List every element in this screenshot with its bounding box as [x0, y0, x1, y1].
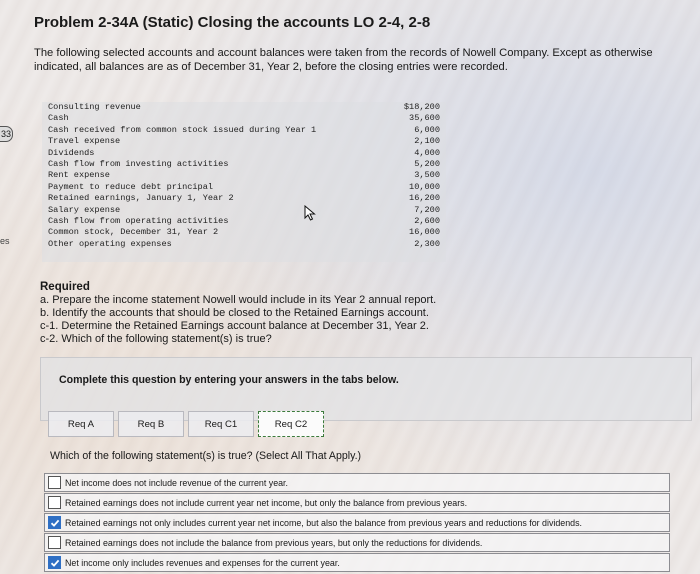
account-amount: 16,200 [409, 193, 440, 204]
required-heading: Required [40, 281, 90, 293]
account-row: Dividends 4,000 [42, 148, 446, 159]
answer-option-text: Net income does not include revenue of t… [65, 477, 288, 488]
account-name: Travel expense [48, 136, 121, 147]
account-amount: 7,200 [414, 204, 440, 215]
account-row: Consulting revenue $18,200 [42, 102, 446, 113]
question-prompt: Which of the following statement(s) is t… [50, 450, 362, 462]
account-name: Rent expense [48, 170, 110, 181]
tab-req-b[interactable]: Req B [118, 411, 184, 437]
account-amount: 2,100 [414, 136, 440, 147]
tab-req-a[interactable]: Req A [48, 411, 114, 437]
account-name: Payment to reduce debt principal [48, 181, 214, 192]
account-amount: 16,000 [409, 227, 440, 238]
answer-option[interactable]: Net income does not include revenue of t… [44, 473, 670, 492]
required-item: c-2. Which of the following statement(s)… [40, 333, 272, 345]
account-name: Retained earnings, January 1, Year 2 [48, 193, 234, 204]
account-amount: $18,200 [403, 102, 440, 112]
account-name: Common stock, December 31, Year 2 [48, 227, 219, 238]
account-amount: 5,200 [414, 159, 440, 170]
mouse-cursor-icon [304, 205, 316, 221]
account-amount: 10,000 [409, 181, 440, 192]
required-item: a. Prepare the income statement Nowell w… [40, 294, 437, 306]
account-row: Travel expense 2,100 [42, 136, 446, 147]
account-name: Cash received from common stock issued d… [48, 124, 317, 135]
account-name: Other operating expenses [48, 238, 172, 249]
account-name: Cash [48, 113, 69, 124]
problem-intro: The following selected accounts and acco… [34, 47, 653, 73]
account-amount: 35,600 [409, 113, 440, 124]
problem-title: Problem 2-34A (Static) Closing the accou… [34, 14, 431, 31]
account-amount: 3,500 [414, 170, 440, 181]
answer-option[interactable]: Retained earnings not only includes curr… [44, 513, 670, 532]
answer-checkbox[interactable] [48, 496, 61, 509]
answer-option[interactable]: Net income only includes revenues and ex… [44, 553, 670, 572]
account-row: Cash flow from investing activities 5,200 [42, 159, 446, 170]
answer-checkbox[interactable] [48, 536, 61, 549]
account-row: Common stock, December 31, Year 2 16,000 [42, 227, 446, 238]
checkmark-icon [50, 559, 59, 567]
account-row: Cash received from common stock issued d… [42, 125, 446, 136]
account-row: Rent expense 3,500 [42, 170, 446, 181]
tab-req-c2[interactable]: Req C2 [258, 411, 324, 437]
answer-option[interactable]: Retained earnings does not include the b… [44, 533, 670, 552]
answer-checkbox[interactable] [48, 516, 61, 529]
account-row: Salary expense 7,200 [42, 205, 446, 216]
checkmark-icon [50, 519, 59, 527]
required-section: Required a. Prepare the income statement… [40, 281, 680, 346]
answer-option-text: Retained earnings not only includes curr… [65, 517, 583, 528]
required-item: c-1. Determine the Retained Earnings acc… [40, 320, 429, 332]
account-amount: 2,300 [414, 238, 440, 249]
account-name: Salary expense [48, 204, 121, 215]
requirement-tabs: Req A Req B Req C1 Req C2 [48, 411, 328, 437]
answer-option[interactable]: Retained earnings does not include curre… [44, 493, 670, 512]
account-amount: 4,000 [414, 147, 440, 158]
account-balances-table: Consulting revenue $18,200 Cash 35,600 Cash … [42, 102, 446, 262]
tab-req-c1[interactable]: Req C1 [188, 411, 254, 437]
account-amount: 2,600 [414, 216, 440, 227]
account-row: Cash 35,600 [42, 113, 446, 124]
account-amount: 6,000 [414, 124, 440, 135]
account-name: Dividends [48, 147, 95, 158]
answer-options-list: Net income does not include revenue of t… [44, 473, 670, 573]
side-step-badge: 33 [0, 126, 13, 142]
instructions-text: Complete this question by entering your … [59, 374, 399, 386]
required-item: b. Identify the accounts that should be … [40, 307, 429, 319]
account-row: Retained earnings, January 1, Year 2 16,2… [42, 193, 446, 204]
account-row: Other operating expenses 2,300 [42, 239, 446, 250]
account-row: Payment to reduce debt principal 10,000 [42, 182, 446, 193]
side-clipped-label: es [0, 236, 10, 246]
account-name: Cash flow from operating activities [48, 216, 229, 227]
answer-checkbox[interactable] [48, 556, 61, 569]
answer-checkbox[interactable] [48, 476, 61, 489]
answer-option-text: Net income only includes revenues and ex… [65, 557, 340, 568]
account-name: Consulting revenue [48, 102, 141, 112]
answer-option-text: Retained earnings does not include curre… [65, 497, 468, 508]
account-row: Cash flow from operating activities 2,600 [42, 216, 446, 227]
answer-option-text: Retained earnings does not include the b… [65, 537, 483, 548]
account-name: Cash flow from investing activities [48, 159, 229, 170]
